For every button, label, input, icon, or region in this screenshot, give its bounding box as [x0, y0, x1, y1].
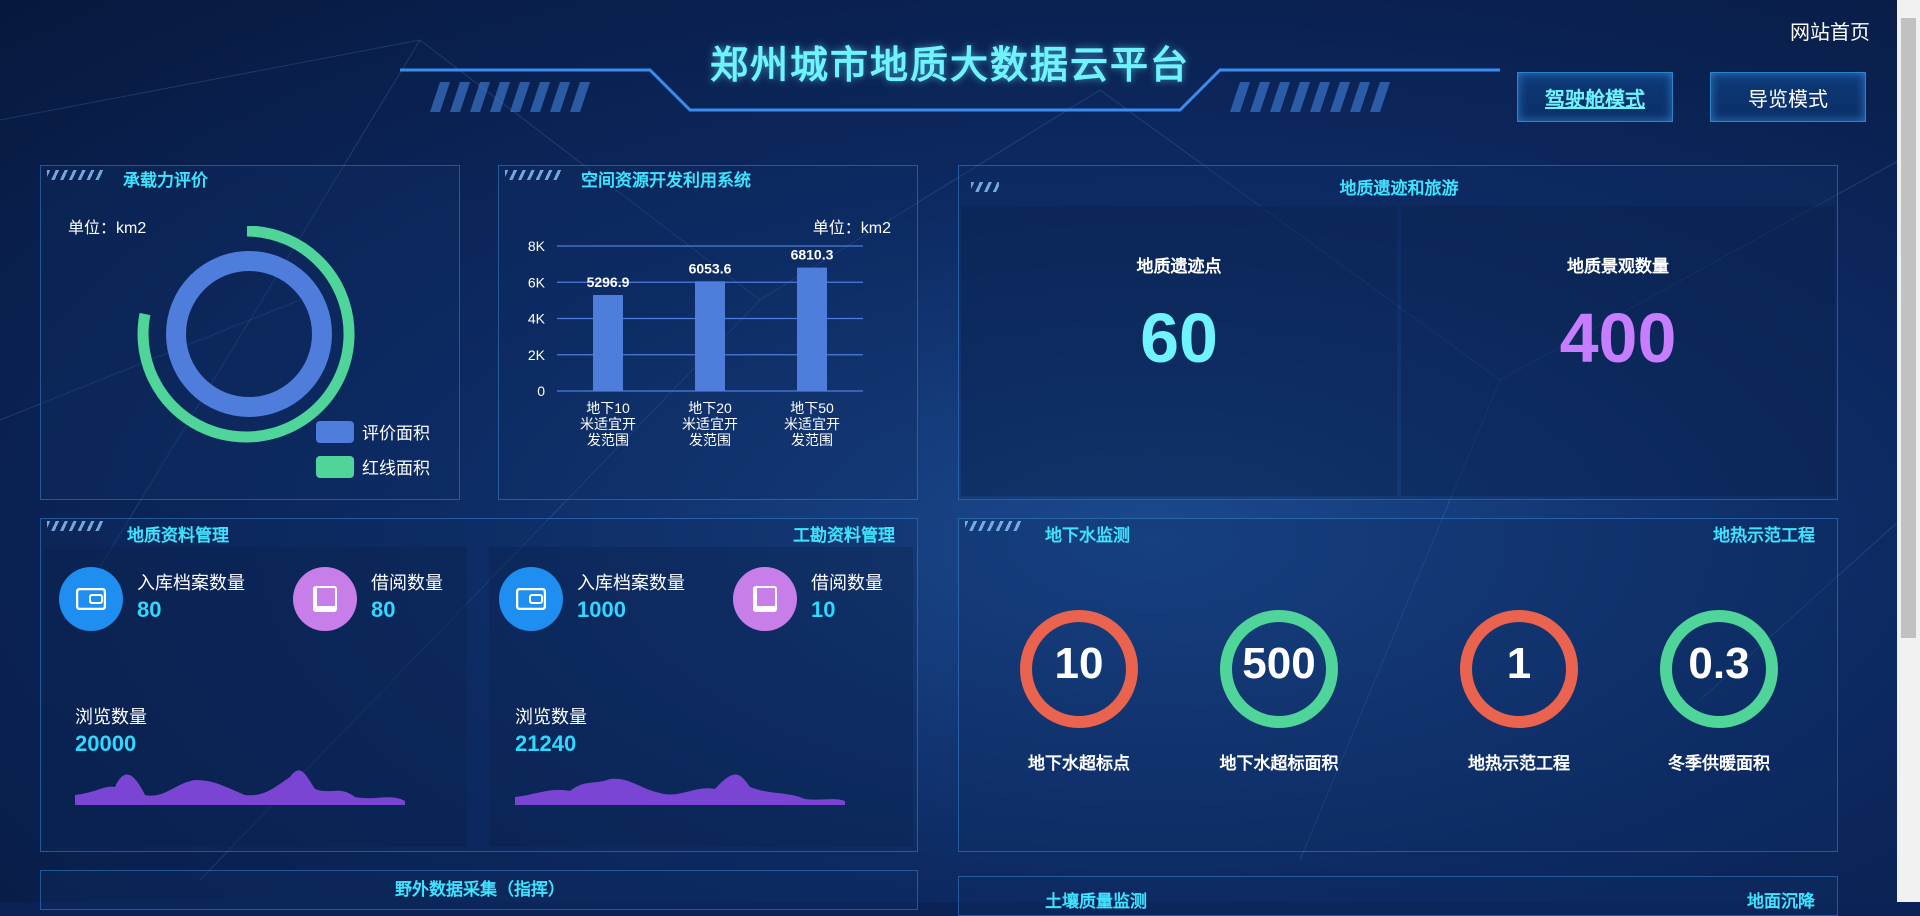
archive-count-value: 1000 — [577, 597, 626, 622]
borrow-count-label: 借阅数量 — [371, 573, 443, 593]
bar — [797, 267, 827, 391]
browse-count-label: 浏览数量 — [515, 707, 587, 727]
browse-count-label: 浏览数量 — [75, 707, 147, 727]
field-data-panel: 野外数据采集（指挥） — [40, 870, 918, 910]
geo-records-card: 入库档案数量 80 借阅数量 80 浏览数量 20000 — [43, 547, 467, 847]
geo-landscape-card: 地质景观数量 400 — [1401, 206, 1835, 496]
scrollbar-track[interactable] — [1897, 0, 1920, 902]
stripes-decoration — [505, 170, 561, 180]
bar — [695, 281, 725, 391]
geothermal-title: 地热示范工程 — [1713, 526, 1815, 545]
geo-tour-panel-title: 地质遗迹和旅游 — [1339, 179, 1459, 198]
winter-heating-value: 0.3 — [1688, 639, 1750, 688]
wallet-icon — [59, 567, 123, 631]
legend-swatch — [316, 455, 354, 478]
x-tick-label: 地下10 — [586, 400, 630, 416]
y-tick-label: 6K — [528, 274, 546, 290]
bar — [593, 294, 623, 391]
home-link[interactable]: 网站首页 — [1790, 16, 1870, 45]
field-data-title: 野外数据采集（指挥） — [395, 880, 565, 899]
borrow-count-value: 80 — [371, 597, 396, 622]
browse-count-value: 21240 — [515, 731, 577, 756]
browse-sparkline — [75, 770, 405, 805]
groundwater-area-label: 地下水超标面积 — [1219, 754, 1339, 773]
geo-landscape-value: 400 — [1559, 299, 1677, 377]
capacity-panel-title: 承载力评价 — [123, 171, 208, 190]
soil-subsidence-panel: 土壤质量监测 地面沉降 — [958, 876, 1838, 916]
y-tick-label: 2K — [528, 347, 546, 363]
legend-swatch — [316, 420, 354, 443]
geothermal-project-value: 1 — [1506, 639, 1532, 688]
space-unit: 单位：km2 — [812, 220, 891, 237]
geo-site-card: 地质遗迹点 60 — [961, 206, 1397, 496]
borrow-count-label: 借阅数量 — [811, 573, 883, 593]
bar-value-label: 5296.9 — [587, 274, 630, 290]
capacity-panel: 承载力评价 单位：km2 评价面积 红线面积 — [40, 165, 460, 500]
bar-value-label: 6810.3 — [791, 247, 834, 263]
wallet-icon — [499, 567, 563, 631]
legend-label: 评价面积 — [362, 424, 430, 443]
groundwater-exceed-label: 地下水超标点 — [1028, 754, 1130, 773]
winter-heating-label: 冬季供暖面积 — [1668, 754, 1770, 773]
y-tick-label: 4K — [528, 311, 546, 327]
x-tick-label: 米适宜开 — [580, 416, 636, 432]
legend-red-line-area: 红线面积 — [316, 454, 430, 479]
water-geothermal-panel: 地下水监测 地热示范工程 10 地下水超标点 500 地下水超标面积 1 地热示… — [958, 518, 1838, 852]
archive-count-value: 80 — [137, 597, 162, 622]
book-icon — [733, 567, 797, 631]
capacity-donut-chart — [137, 226, 355, 443]
x-tick-label: 地下20 — [688, 400, 732, 416]
cockpit-mode-button[interactable]: 驾驶舱模式 — [1517, 72, 1673, 122]
x-tick-label: 发范围 — [689, 432, 731, 448]
x-tick-label: 米适宜开 — [682, 416, 738, 432]
development-bar-chart: 02K4K6K8K5296.9地下10米适宜开发范围6053.6地下20米适宜开… — [528, 238, 863, 448]
x-tick-label: 地下50 — [790, 400, 834, 416]
book-icon — [293, 567, 357, 631]
guide-mode-button[interactable]: 导览模式 — [1710, 72, 1866, 122]
borrow-count-value: 10 — [811, 597, 836, 622]
stripes-decoration — [47, 521, 103, 531]
groundwater-exceed-value: 10 — [1054, 639, 1104, 688]
groundwater-title: 地下水监测 — [1045, 526, 1130, 545]
geothermal-project-label: 地热示范工程 — [1468, 754, 1570, 773]
space-panel-title: 空间资源开发利用系统 — [581, 171, 751, 190]
soil-quality-title: 土壤质量监测 — [1045, 892, 1147, 911]
groundwater-area-value: 500 — [1242, 639, 1316, 688]
archive-count-label: 入库档案数量 — [577, 573, 685, 593]
geo-tour-panel: 地质遗迹和旅游 地质遗迹点 60 地质景观数量 400 — [958, 165, 1838, 500]
x-tick-label: 米适宜开 — [784, 416, 840, 432]
geo-site-value: 60 — [1140, 299, 1218, 377]
subsidence-title: 地面沉降 — [1747, 892, 1815, 911]
x-tick-label: 发范围 — [587, 432, 629, 448]
geo-records-title: 地质资料管理 — [127, 526, 229, 545]
scrollbar-thumb[interactable] — [1901, 18, 1916, 638]
archive-count-label: 入库档案数量 — [137, 573, 245, 593]
stripes-decoration — [47, 170, 103, 180]
eval-area-ring — [166, 251, 332, 417]
space-resource-panel: 空间资源开发利用系统 单位：km2 0 2K 4K 6K 8K 5296.9 地下10 米适宜… — [498, 165, 918, 500]
geo-landscape-label: 地质景观数量 — [1567, 257, 1669, 276]
stripes-decoration — [965, 521, 1021, 531]
legend-label: 红线面积 — [362, 459, 430, 478]
survey-records-title: 工勘资料管理 — [793, 526, 895, 545]
x-tick-label: 发范围 — [791, 432, 833, 448]
records-panel: 地质资料管理 工勘资料管理 入库档案数量 80 借阅数量 80 浏览数量 200… — [40, 518, 918, 852]
y-tick-label: 0 — [537, 383, 545, 399]
browse-sparkline — [515, 774, 845, 805]
geo-site-label: 地质遗迹点 — [1136, 257, 1222, 276]
browse-count-value: 20000 — [75, 731, 137, 756]
y-tick-label: 8K — [528, 238, 546, 254]
bar-value-label: 6053.6 — [689, 260, 732, 276]
survey-records-card: 入库档案数量 1000 借阅数量 10 浏览数量 21240 — [489, 547, 913, 847]
legend-eval-area: 评价面积 — [316, 419, 430, 444]
